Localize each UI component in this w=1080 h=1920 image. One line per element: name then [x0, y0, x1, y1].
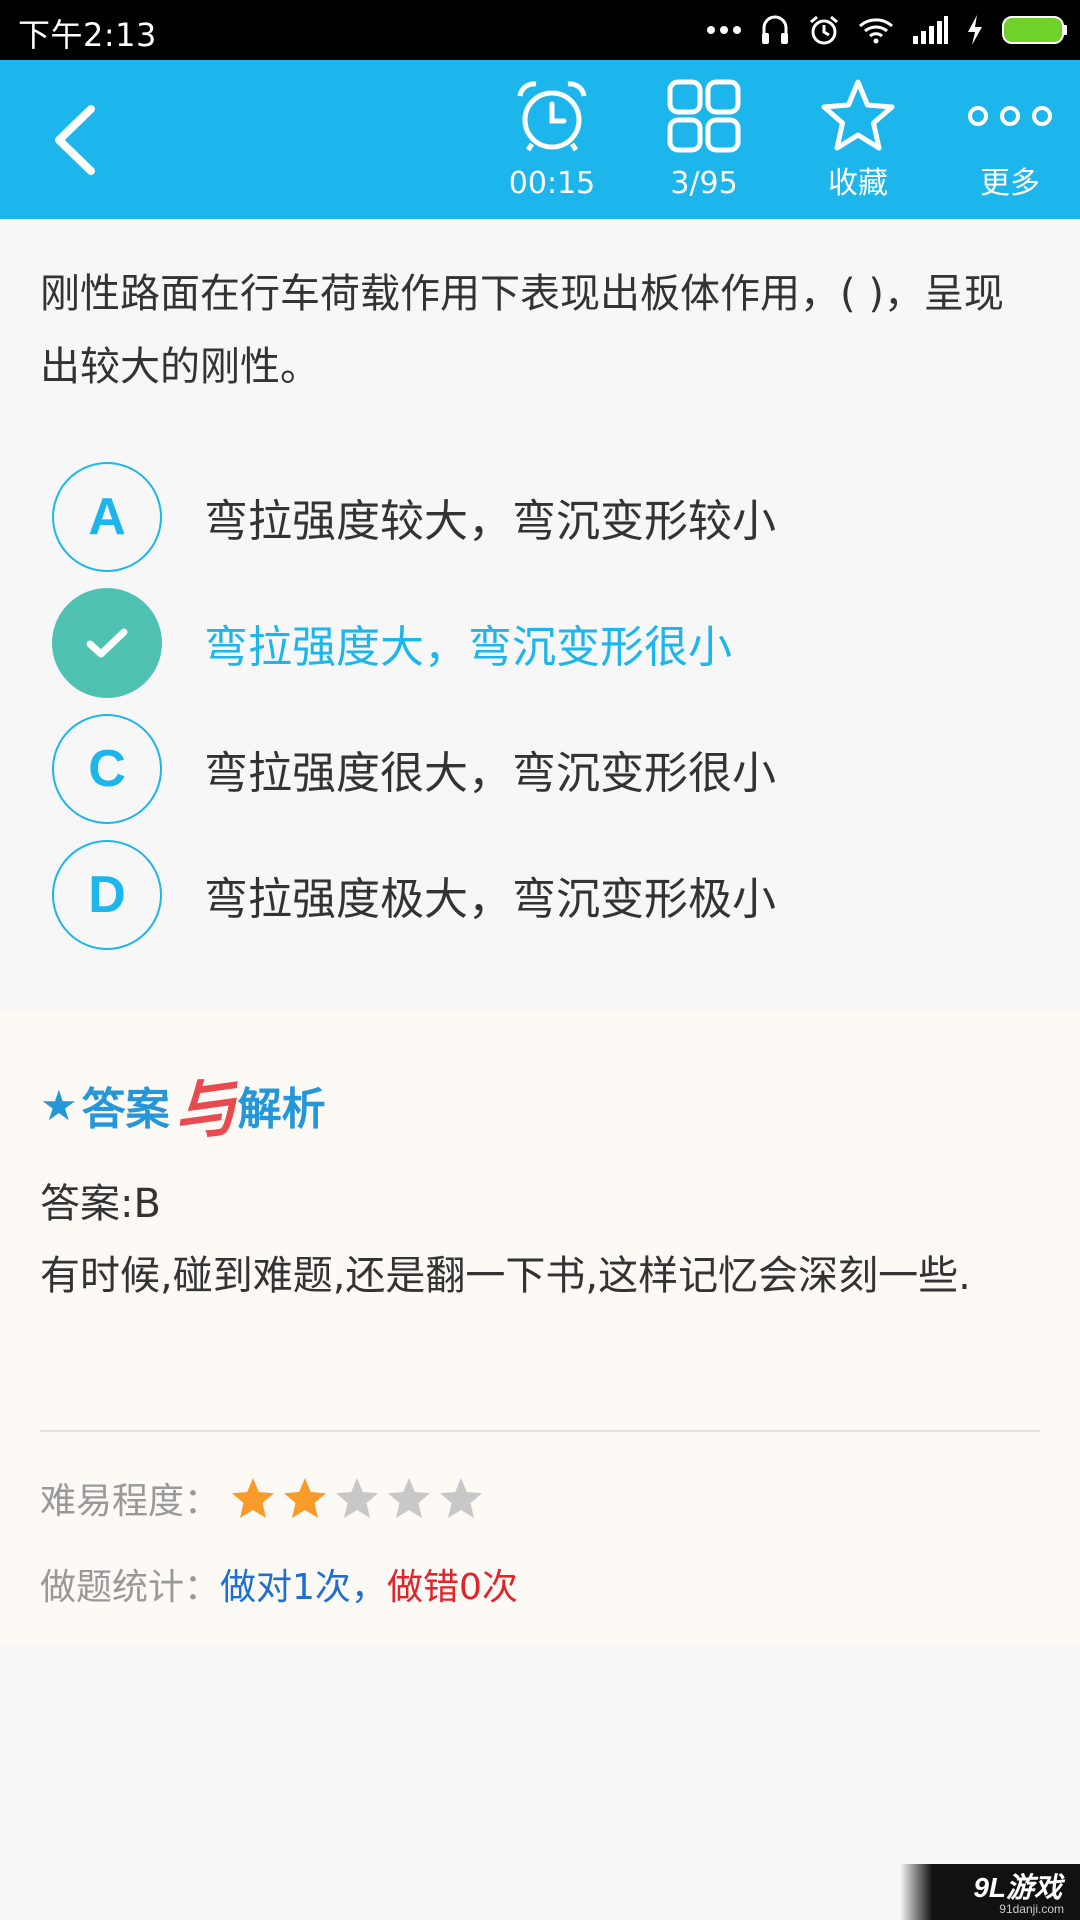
option-a-text: 弯拉强度较大，弯沉变形较小: [204, 496, 776, 547]
star-empty-icon: [388, 1478, 431, 1518]
stats-correct: 做对1次: [220, 1567, 351, 1608]
difficulty-row: 难易程度：: [40, 1470, 484, 1526]
star-filled-icon: [232, 1478, 275, 1518]
analysis-title-connector: 与: [167, 1069, 242, 1153]
watermark: 9L游戏 91danji.com: [900, 1864, 1080, 1920]
grid-icon: [667, 79, 741, 153]
option-b[interactable]: 弯拉强度大，弯沉变形很小: [52, 585, 1032, 701]
wifi-icon: [859, 18, 893, 44]
stats-row: 做题统计： 做对1次 ， 做错0次: [40, 1556, 518, 1612]
star-filled-icon: [284, 1478, 327, 1518]
progress-label: 3/95: [670, 166, 738, 201]
option-a-letter: A: [52, 462, 162, 572]
favorite-label: 收藏: [828, 166, 888, 201]
star-icon: ★: [40, 1080, 78, 1130]
timer-button[interactable]: 00:15: [482, 72, 622, 212]
timer-label: 00:15: [508, 166, 596, 201]
option-a[interactable]: A 弯拉强度较大，弯沉变形较小: [52, 459, 1032, 575]
question-text: 刚性路面在行车荷载作用下表现出板体作用，( )，呈现出较大的刚性。: [40, 271, 1004, 390]
checkmark-icon: [86, 628, 128, 658]
stats-label: 做题统计：: [40, 1567, 221, 1608]
star-empty-icon: [336, 1478, 379, 1518]
star-empty-icon: [440, 1478, 483, 1518]
stats-wrong: 做错0次: [386, 1567, 518, 1608]
difficulty-label: 难易程度：: [40, 1481, 221, 1522]
answer-sheet-button[interactable]: 3/95: [634, 72, 774, 212]
option-c-letter: C: [52, 714, 162, 824]
status-icons: [706, 12, 1068, 48]
charging-icon: [968, 15, 982, 45]
watermark-logo: 9L游戏: [973, 1872, 1062, 1903]
explanation-text: 有时候,碰到难题,还是翻一下书,这样记忆会深刻一些.: [40, 1253, 971, 1299]
back-arrow-icon: [55, 105, 95, 175]
more-button[interactable]: 更多: [940, 72, 1080, 212]
headset-icon: [762, 15, 788, 44]
option-d-text: 弯拉强度极大，弯沉变形极小: [204, 874, 776, 925]
star-outline-icon: [821, 79, 895, 151]
analysis-title-answer: 答案: [81, 1084, 170, 1135]
analysis-panel: ★ 答案 与 解析: [0, 1010, 1080, 1646]
option-c-text: 弯拉强度很大，弯沉变形很小: [204, 748, 776, 799]
option-b-text: 弯拉强度大，弯沉变形很小: [204, 622, 732, 673]
more-notifications-icon: [707, 26, 741, 34]
watermark-url: 91danji.com: [999, 1902, 1064, 1916]
more-label: 更多: [980, 166, 1040, 201]
favorite-button[interactable]: 收藏: [788, 72, 928, 212]
status-bar: 下午2:13: [0, 0, 1080, 60]
option-c[interactable]: C 弯拉强度很大，弯沉变形很小: [52, 711, 1032, 827]
analysis-title-explain: 解析: [237, 1084, 326, 1135]
signal-icon: [913, 16, 948, 44]
divider: [40, 1430, 1040, 1432]
status-time: 下午2:13: [18, 16, 157, 54]
back-button[interactable]: [44, 100, 104, 180]
more-dots-icon: [968, 106, 1052, 126]
alarm-clock-icon: [517, 81, 587, 152]
answer-text: 答案:B: [40, 1181, 161, 1227]
option-d[interactable]: D 弯拉强度极大，弯沉变形极小: [52, 837, 1032, 953]
option-b-check: [52, 588, 162, 698]
stats-separator: ，: [350, 1567, 387, 1608]
header-toolbar: 00:15 3/95 收藏 更多: [0, 60, 1080, 219]
battery-icon: [1002, 16, 1067, 44]
analysis-title: ★ 答案 与 解析: [40, 1070, 326, 1152]
difficulty-stars: [230, 1476, 484, 1520]
option-d-letter: D: [52, 840, 162, 950]
alarm-icon: [810, 15, 838, 45]
